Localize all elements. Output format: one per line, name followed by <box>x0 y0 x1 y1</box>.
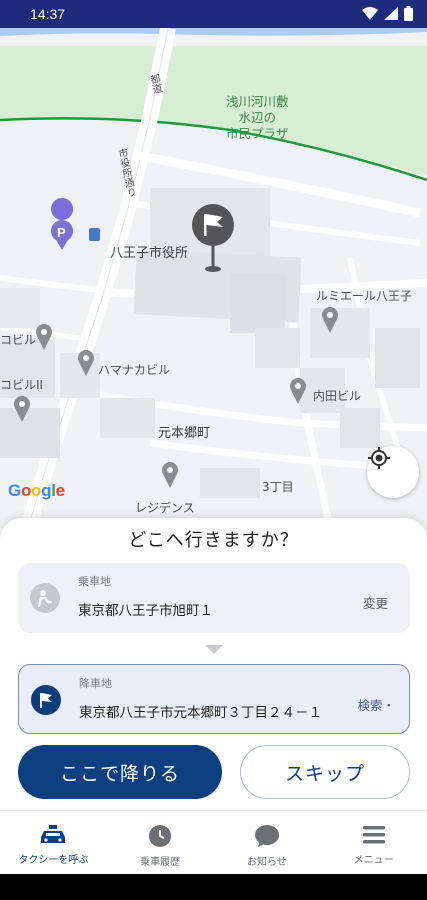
pickup-address: 東京都八王子市旭町１ <box>78 603 213 619</box>
taxi-icon <box>41 825 66 843</box>
dropoff-address: 東京都八王子市元本郷町３丁目２４－１ <box>79 705 322 721</box>
menu-icon <box>362 826 385 844</box>
nav-item-notices[interactable]: お知らせ <box>214 811 321 874</box>
chevron-down-icon <box>205 645 223 654</box>
nav-label-call-taxi: タクシーを呼ぶ <box>18 855 89 866</box>
nav-item-call-taxi[interactable]: タクシーを呼ぶ <box>0 811 107 874</box>
park-label-line-2: 水辺の <box>238 110 277 125</box>
dropoff-search-link[interactable]: 検索・ <box>357 695 395 714</box>
status-bar: 14:37 <box>0 0 427 28</box>
destination-flag-pin-icon[interactable] <box>190 203 236 275</box>
signal-icon <box>384 7 398 20</box>
sheet-title: どこへ行きますか？ <box>128 530 299 551</box>
park-label: 浅川河川敷 水辺の 市民プラザ <box>226 94 289 142</box>
city-hall-label: 八王子市役所 <box>110 246 189 261</box>
app-screen: 14:37 P 浅川河川敷 水辺の 市民プラザ 都道 市役所通り 八王子市役所 … <box>0 0 427 900</box>
system-home-bar <box>0 874 427 900</box>
pickup-type: 乗車地 <box>78 575 111 588</box>
sanchome-label: 3丁目 <box>262 480 294 494</box>
park-label-line-1: 浅川河川敷 <box>226 94 289 109</box>
dropoff-card[interactable]: 降車地 東京都八王子市元本郷町３丁目２４－１ 検索・ <box>18 664 410 734</box>
status-time: 14:37 <box>30 6 66 22</box>
bldg2-label: コビルII <box>0 378 44 392</box>
nav-label-menu: メニュー <box>353 855 394 866</box>
current-location-button[interactable] <box>367 446 419 498</box>
battery-icon <box>404 6 413 21</box>
nav-item-ride-history[interactable]: 乗車履歴 <box>107 811 214 874</box>
wifi-icon <box>362 7 378 20</box>
uchida-label: 内田ビル <box>313 389 362 403</box>
google-logo: Google <box>8 481 65 500</box>
status-icons <box>362 6 413 21</box>
nav-label-notices: お知らせ <box>246 857 287 868</box>
bottom-nav: タクシーを呼ぶ 乗車履歴 お知らせ メニュー <box>0 810 427 874</box>
bldg1-label: コビル <box>0 333 37 347</box>
nav-item-menu[interactable]: メニュー <box>320 811 427 874</box>
pickup-card[interactable]: 乗車地 東京都八王子市旭町１ 変更 <box>18 563 410 633</box>
dropoff-type: 降車地 <box>79 677 112 690</box>
get-off-here-button[interactable]: ここで降りる <box>18 745 222 799</box>
chat-bubble-icon <box>254 825 279 847</box>
pickup-person-icon <box>30 583 60 613</box>
hamanaka-label: ハマナカビル <box>98 363 171 377</box>
map-view[interactable]: P 浅川河川敷 水辺の 市民プラザ 都道 市役所通り 八王子市役所 ルミエール八… <box>0 28 427 528</box>
residence-label: レジデンス <box>135 501 195 515</box>
park-label-line-3: 市民プラザ <box>226 126 289 141</box>
skip-button[interactable]: スキップ <box>240 745 410 799</box>
dropoff-flag-icon <box>31 685 61 715</box>
clock-icon <box>149 825 172 847</box>
motohongo-label: 元本郷町 <box>158 426 211 441</box>
pickup-change-link[interactable]: 変更 <box>363 593 388 612</box>
destination-sheet: どこへ行きますか？ 乗車地 東京都八王子市旭町１ 変更 降車地 東京都八王子市元… <box>0 518 427 810</box>
crosshair-icon <box>368 447 390 469</box>
nav-label-ride-history: 乗車履歴 <box>140 857 181 868</box>
lumiere-label: ルミエール八王子 <box>316 289 413 303</box>
svg-text:P: P <box>57 225 66 240</box>
